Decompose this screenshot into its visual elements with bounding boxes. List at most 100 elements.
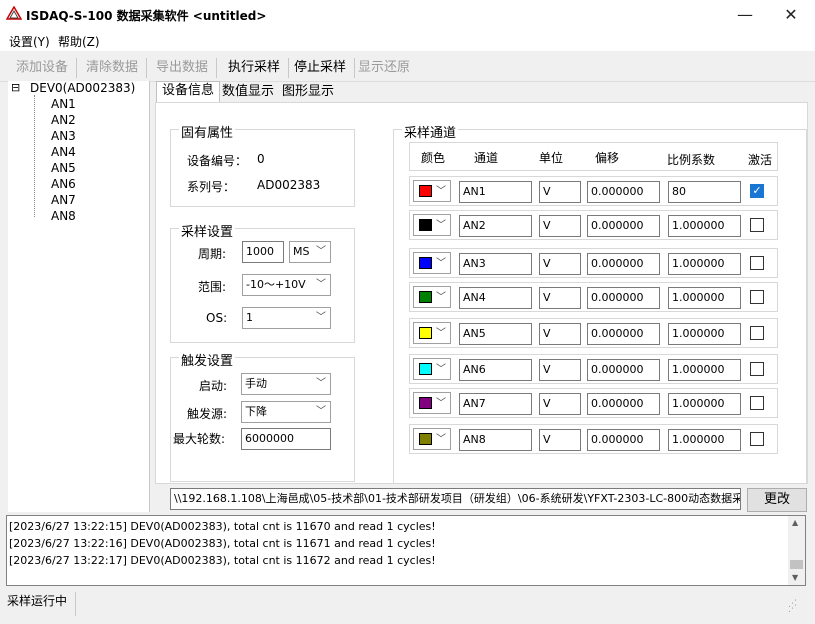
scroll-thumb[interactable] — [790, 560, 803, 569]
tree-node-channel[interactable]: AN5 — [51, 161, 76, 175]
unit-input[interactable]: V — [539, 429, 581, 451]
log-panel[interactable]: [2023/6/27 13:22:15] DEV0(AD002383), tot… — [6, 515, 806, 586]
channel-name-input[interactable]: AN2 — [459, 215, 532, 237]
color-select[interactable]: ﹀ — [413, 180, 451, 202]
offset-input[interactable]: 0.000000 — [587, 323, 660, 345]
color-swatch — [419, 363, 432, 375]
scale-input[interactable]: 1.000000 — [668, 287, 741, 309]
color-select[interactable]: ﹀ — [413, 358, 451, 380]
unit-input[interactable]: V — [539, 393, 581, 415]
start-mode-select[interactable]: 手动 ﹀ — [241, 373, 331, 395]
tab-value-display[interactable]: 数值显示 — [217, 83, 279, 102]
scale-input[interactable]: 1.000000 — [668, 393, 741, 415]
unit-input[interactable]: V — [539, 359, 581, 381]
channel-name-input[interactable]: AN8 — [459, 429, 532, 451]
color-swatch — [419, 185, 432, 197]
tree-node-channel[interactable]: AN1 — [51, 97, 76, 111]
scale-input[interactable]: 1.000000 — [668, 253, 741, 275]
scroll-down-icon[interactable]: ▼ — [792, 573, 798, 582]
device-tree: ⊟ DEV0(AD002383) AN1 AN2 AN3 AN4 AN5 AN6… — [8, 81, 150, 512]
max-rounds-input[interactable]: 6000000 — [241, 428, 331, 450]
color-select[interactable]: ﹀ — [413, 392, 451, 414]
serial-value: AD002383 — [257, 178, 321, 192]
color-select[interactable]: ﹀ — [413, 322, 451, 344]
offset-input[interactable]: 0.000000 — [587, 181, 660, 203]
channel-name-input[interactable]: AN4 — [459, 287, 532, 309]
scale-input[interactable]: 1.000000 — [668, 215, 741, 237]
chevron-down-icon: ﹀ — [316, 406, 326, 417]
active-checkbox[interactable] — [750, 362, 764, 376]
color-select[interactable]: ﹀ — [413, 214, 451, 236]
active-checkbox[interactable]: ✓ — [750, 184, 764, 198]
period-input[interactable]: 1000 — [242, 241, 284, 263]
unit-input[interactable]: V — [539, 323, 581, 345]
tree-node-device[interactable]: DEV0(AD002383) — [30, 81, 135, 95]
unit-input[interactable]: V — [539, 253, 581, 275]
active-checkbox[interactable] — [750, 256, 764, 270]
scroll-up-icon[interactable]: ▲ — [792, 518, 798, 527]
trigger-settings-group: 触发设置 启动: 手动 ﹀ 触发源: 下降 ﹀ 最大轮数: 6000000 — [170, 350, 355, 482]
clear-data-button[interactable]: 清除数据 — [78, 58, 148, 78]
color-select[interactable]: ﹀ — [413, 286, 451, 308]
data-path-input[interactable]: \\192.168.1.108\上海邑成\05-技术部\01-技术部研发项目（研… — [170, 488, 741, 510]
scale-input[interactable]: 80 — [668, 181, 741, 203]
channel-name-input[interactable]: AN5 — [459, 323, 532, 345]
offset-input[interactable]: 0.000000 — [587, 429, 660, 451]
trigger-source-select[interactable]: 下降 ﹀ — [241, 401, 331, 423]
channel-row: ﹀ AN5 V 0.000000 1.000000 — [409, 318, 778, 348]
scale-input[interactable]: 1.000000 — [668, 429, 741, 451]
tree-node-channel[interactable]: AN7 — [51, 193, 76, 207]
device-number-value: 0 — [257, 152, 265, 166]
scale-input[interactable]: 1.000000 — [668, 359, 741, 381]
tree-node-channel[interactable]: AN8 — [51, 209, 76, 223]
active-checkbox[interactable] — [750, 326, 764, 340]
scale-input[interactable]: 1.000000 — [668, 323, 741, 345]
group-title: 采样设置 — [179, 221, 236, 240]
tree-node-channel[interactable]: AN4 — [51, 145, 76, 159]
tree-node-channel[interactable]: AN2 — [51, 113, 76, 127]
channel-name-input[interactable]: AN3 — [459, 253, 532, 275]
range-value: -10～+10V — [246, 278, 306, 291]
start-sampling-button[interactable]: 执行采样 — [220, 58, 290, 78]
active-checkbox[interactable] — [750, 432, 764, 446]
color-select[interactable]: ﹀ — [413, 252, 451, 274]
menu-settings[interactable]: 设置(Y) — [9, 33, 50, 50]
unit-input[interactable]: V — [539, 181, 581, 203]
unit-input[interactable]: V — [539, 287, 581, 309]
close-button[interactable]: ✕ — [768, 0, 814, 31]
log-scrollbar[interactable]: ▲ ▼ — [788, 516, 805, 585]
channel-name-input[interactable]: AN1 — [459, 181, 532, 203]
active-checkbox[interactable] — [750, 218, 764, 232]
tree-node-channel[interactable]: AN6 — [51, 177, 76, 191]
os-select[interactable]: 1 ﹀ — [242, 307, 331, 329]
change-path-button[interactable]: 更改 — [747, 488, 807, 512]
active-checkbox[interactable] — [750, 290, 764, 304]
restore-display-button[interactable]: 显示还原 — [350, 58, 418, 78]
stop-sampling-button[interactable]: 停止采样 — [286, 58, 356, 78]
channel-name-input[interactable]: AN6 — [459, 359, 532, 381]
range-select[interactable]: -10～+10V ﹀ — [242, 274, 331, 296]
minimize-button[interactable]: — — [722, 0, 768, 31]
header-channel: 通道 — [474, 151, 499, 165]
collapse-icon[interactable]: ⊟ — [11, 81, 20, 94]
chevron-down-icon: ﹀ — [316, 279, 326, 290]
channel-row: ﹀ AN1 V 0.000000 80 ✓ — [409, 176, 778, 206]
menu-help[interactable]: 帮助(Z) — [58, 33, 100, 50]
offset-input[interactable]: 0.000000 — [587, 215, 660, 237]
export-data-button[interactable]: 导出数据 — [148, 58, 218, 78]
tree-node-channel[interactable]: AN3 — [51, 129, 76, 143]
resize-grip-icon[interactable]: ⋰ ⋰ — [788, 600, 797, 614]
unit-input[interactable]: V — [539, 215, 581, 237]
range-label: 范围: — [198, 280, 227, 294]
add-device-button[interactable]: 添加设备 — [8, 58, 78, 78]
tab-graph-display[interactable]: 图形显示 — [277, 83, 339, 102]
period-unit-select[interactable]: MS ﹀ — [289, 241, 331, 263]
tab-device-info[interactable]: 设备信息 — [156, 81, 221, 103]
offset-input[interactable]: 0.000000 — [587, 287, 660, 309]
channel-name-input[interactable]: AN7 — [459, 393, 532, 415]
offset-input[interactable]: 0.000000 — [587, 359, 660, 381]
offset-input[interactable]: 0.000000 — [587, 393, 660, 415]
offset-input[interactable]: 0.000000 — [587, 253, 660, 275]
color-select[interactable]: ﹀ — [413, 428, 451, 450]
active-checkbox[interactable] — [750, 396, 764, 410]
